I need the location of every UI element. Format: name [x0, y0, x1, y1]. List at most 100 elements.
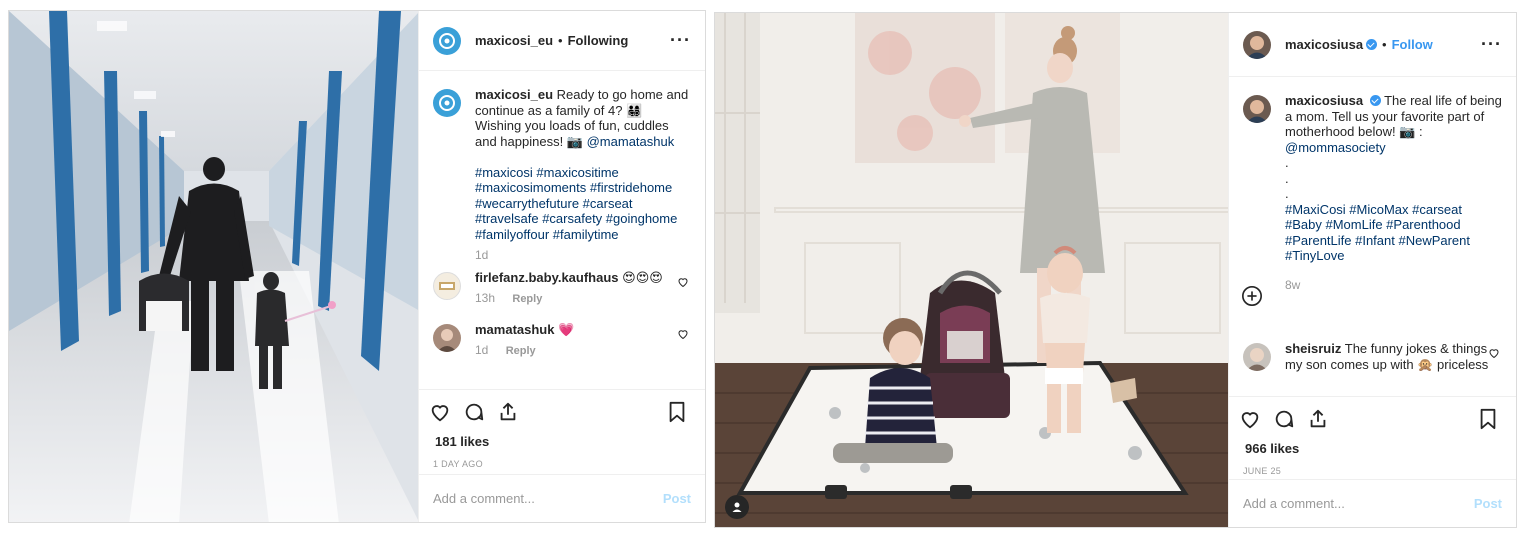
- verified-badge-icon: [1369, 95, 1381, 106]
- like-comment-heart-icon[interactable]: [1488, 347, 1500, 359]
- caption-dot-line: .: [1285, 155, 1289, 170]
- reply-button[interactable]: Reply: [512, 293, 542, 305]
- post-photo-family[interactable]: [715, 13, 1230, 527]
- person-tag-icon: [732, 502, 742, 512]
- heart-icon: [1241, 412, 1259, 429]
- action-icons-bar: [429, 390, 695, 434]
- comment-text: 😍😍😍: [622, 269, 663, 285]
- save-button[interactable]: [1478, 408, 1498, 430]
- post-username[interactable]: maxicosi_eu: [475, 33, 553, 48]
- following-status[interactable]: Following: [568, 33, 629, 48]
- verified-badge-icon: [1366, 39, 1378, 50]
- post-sidebar: maxicosi_eu • Following ··· maxicosi_eu …: [418, 11, 705, 522]
- comment-body: sheisruiz The funny jokes & things my so…: [1285, 341, 1502, 372]
- comment-button[interactable]: [463, 401, 485, 423]
- comment-username[interactable]: firlefanz.baby.kaufhaus: [475, 270, 619, 285]
- caption-dot-line: .: [1285, 186, 1289, 201]
- maxicosi-logo-icon: [439, 32, 455, 49]
- bookmark-icon: [669, 401, 685, 423]
- instagram-post-maxicosi-eu: maxicosi_eu • Following ··· maxicosi_eu …: [8, 10, 706, 523]
- save-button[interactable]: [667, 401, 687, 423]
- hallway-photo-illustration: [9, 11, 420, 522]
- likes-count[interactable]: 966 likes: [1239, 441, 1506, 456]
- like-comment-heart-icon[interactable]: [677, 328, 689, 340]
- like-button[interactable]: [1239, 408, 1261, 430]
- more-options-icon[interactable]: ···: [670, 30, 691, 51]
- likes-count[interactable]: 181 likes: [429, 434, 695, 449]
- heart-icon: [431, 405, 449, 422]
- maxicosi-logo-icon: [439, 95, 455, 111]
- caption-time[interactable]: 8w: [1285, 278, 1502, 294]
- person-avatar-icon: [1246, 100, 1268, 123]
- post-comment-button[interactable]: Post: [663, 491, 691, 506]
- maxicosi-avatar[interactable]: [433, 89, 461, 117]
- comment-username[interactable]: sheisruiz: [1285, 341, 1341, 356]
- post-sidebar: maxicosiusa • Follow ··· maxicosiusa The…: [1228, 13, 1516, 527]
- caption-mention-link[interactable]: @mommasociety: [1285, 140, 1502, 156]
- caption-text-block: maxicosi_eu Ready to go home and continu…: [475, 87, 691, 264]
- comments-list[interactable]: maxicosi_eu Ready to go home and continu…: [419, 87, 705, 397]
- comment-button[interactable]: [1273, 408, 1295, 430]
- commenter-avatar[interactable]: [433, 271, 461, 300]
- share-button[interactable]: [497, 401, 519, 423]
- comment-time[interactable]: 13h: [475, 291, 495, 305]
- comment-username[interactable]: mamatashuk: [475, 322, 554, 337]
- person-avatar-icon: [1246, 348, 1268, 371]
- post-username[interactable]: maxicosiusa: [1285, 37, 1363, 52]
- separator-dot: •: [1382, 37, 1387, 52]
- tagged-people-button[interactable]: [725, 495, 749, 519]
- comment-input[interactable]: [433, 491, 663, 506]
- maxicosiusa-avatar[interactable]: [1243, 30, 1271, 59]
- caption-hashtags[interactable]: #maxicosi #maxicositime #maxicosimoments…: [475, 165, 677, 242]
- comment-row: mamatashuk 💗 1d Reply: [433, 322, 691, 360]
- follow-button[interactable]: Follow: [1392, 37, 1433, 52]
- post-photo-hallway[interactable]: [9, 11, 420, 522]
- comment-text: 💗: [558, 321, 575, 337]
- bookmark-icon: [1480, 408, 1496, 430]
- share-icon: [500, 402, 516, 421]
- post-actions: 966 likes JUNE 25: [1229, 396, 1516, 476]
- caption-comment: maxicosiusa The real life of being a mom…: [1243, 93, 1502, 293]
- post-date[interactable]: 1 DAY AGO: [429, 459, 695, 469]
- caption-text-block: maxicosiusa The real life of being a mom…: [1285, 93, 1502, 293]
- comment-meta: 1d Reply: [475, 343, 691, 360]
- person-avatar-icon: [1246, 35, 1268, 59]
- add-comment-bar: Post: [419, 474, 705, 522]
- comment-bubble-icon: [1275, 410, 1294, 428]
- caption-hashtags[interactable]: #MaxiCosi #MicoMax #carseat #Baby #MomLi…: [1285, 202, 1470, 264]
- more-options-icon[interactable]: ···: [1481, 34, 1502, 55]
- comments-list[interactable]: maxicosiusa The real life of being a mom…: [1229, 93, 1516, 393]
- caption-time[interactable]: 1d: [475, 248, 691, 264]
- post-actions: 181 likes 1 DAY AGO: [419, 389, 705, 469]
- caption-dot-line: .: [1285, 170, 1289, 186]
- post-date[interactable]: JUNE 25: [1239, 466, 1506, 476]
- caption-mention-link[interactable]: @mamatashuk: [587, 134, 675, 149]
- caption-username[interactable]: maxicosiusa: [1285, 93, 1363, 108]
- commenter-avatar[interactable]: [433, 323, 461, 352]
- comment-input[interactable]: [1243, 496, 1474, 511]
- like-comment-heart-icon[interactable]: [677, 276, 689, 288]
- comment-row: firlefanz.baby.kaufhaus 😍😍😍 13h Reply: [433, 270, 691, 308]
- comment-body: firlefanz.baby.kaufhaus 😍😍😍 13h Reply: [475, 270, 691, 308]
- commenter-avatar[interactable]: [1243, 343, 1271, 371]
- comment-body: mamatashuk 💗 1d Reply: [475, 322, 691, 360]
- like-button[interactable]: [429, 401, 451, 423]
- comment-meta: 13h Reply: [475, 291, 691, 308]
- comment-time[interactable]: 1d: [475, 343, 488, 357]
- separator-dot: •: [558, 33, 563, 48]
- comment-bubble-icon: [465, 403, 484, 421]
- post-header: maxicosi_eu • Following ···: [419, 11, 705, 71]
- caption-comment: maxicosi_eu Ready to go home and continu…: [433, 87, 691, 264]
- caption-username[interactable]: maxicosi_eu: [475, 87, 553, 102]
- load-more-comments-plus-icon[interactable]: [1241, 285, 1263, 307]
- instagram-post-maxicosi-usa: maxicosiusa • Follow ··· maxicosiusa The…: [714, 12, 1517, 528]
- add-comment-bar: Post: [1229, 479, 1516, 527]
- load-more-spacer: [1243, 293, 1502, 341]
- share-button[interactable]: [1307, 408, 1329, 430]
- post-comment-button[interactable]: Post: [1474, 496, 1502, 511]
- reply-button[interactable]: Reply: [506, 345, 536, 357]
- maxicosiusa-avatar[interactable]: [1243, 95, 1271, 123]
- comment-row: sheisruiz The funny jokes & things my so…: [1243, 341, 1502, 372]
- maxicosi-avatar[interactable]: [433, 26, 461, 55]
- action-icons-bar: [1239, 397, 1506, 441]
